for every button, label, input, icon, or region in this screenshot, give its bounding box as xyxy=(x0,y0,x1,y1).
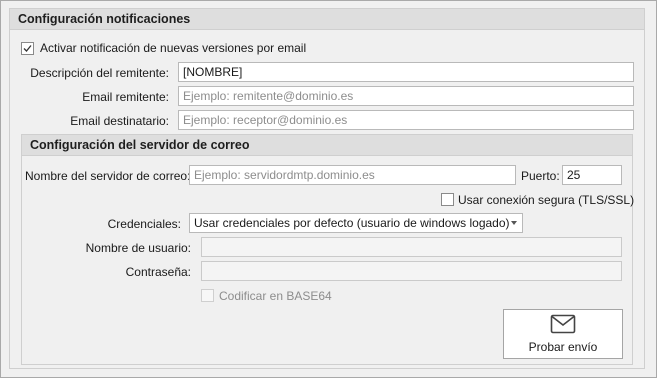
enable-notification-label[interactable]: Activar notificación de nuevas versiones… xyxy=(40,41,306,55)
checkmark-icon xyxy=(23,45,32,52)
notifications-group-header: Configuración notificaciones xyxy=(9,8,645,30)
username-input[interactable] xyxy=(201,237,622,257)
secure-connection-label[interactable]: Usar conexión segura (TLS/SSL) xyxy=(458,193,634,207)
base64-label: Codificar en BASE64 xyxy=(219,289,332,303)
test-send-button[interactable]: Probar envío xyxy=(503,309,623,359)
password-input[interactable] xyxy=(201,261,622,281)
server-name-input[interactable] xyxy=(189,165,516,185)
mail-server-group-header: Configuración del servidor de correo xyxy=(21,134,633,156)
credentials-select[interactable]: Usar credenciales por defecto (usuario d… xyxy=(189,213,523,233)
credentials-selected-value: Usar credenciales por defecto (usuario d… xyxy=(194,216,510,230)
sender-email-label: Email remitente: xyxy=(82,90,169,104)
mail-server-group-title: Configuración del servidor de correo xyxy=(30,138,250,152)
notification-settings-panel: Configuración notificaciones Activar not… xyxy=(0,0,657,378)
recipient-email-label: Email destinatario: xyxy=(70,114,169,128)
sender-email-input[interactable] xyxy=(178,86,634,106)
port-label: Puerto: xyxy=(521,169,560,183)
sender-description-input[interactable] xyxy=(178,62,634,82)
sender-description-label: Descripción del remitente: xyxy=(30,66,169,80)
secure-connection-checkbox[interactable] xyxy=(441,193,454,206)
port-input[interactable] xyxy=(562,165,622,185)
username-label: Nombre de usuario: xyxy=(85,241,191,255)
recipient-email-input[interactable] xyxy=(178,110,634,130)
envelope-icon xyxy=(550,314,576,334)
server-name-label: Nombre del servidor de correo: xyxy=(25,169,191,183)
chevron-down-icon xyxy=(511,221,517,225)
credentials-label: Credenciales: xyxy=(107,217,181,231)
notifications-group-title: Configuración notificaciones xyxy=(18,12,191,26)
password-label: Contraseña: xyxy=(125,265,191,279)
test-send-label: Probar envío xyxy=(528,340,598,354)
scrollbar[interactable] xyxy=(648,2,655,376)
base64-checkbox[interactable] xyxy=(201,289,214,302)
enable-notification-checkbox[interactable] xyxy=(21,42,34,55)
